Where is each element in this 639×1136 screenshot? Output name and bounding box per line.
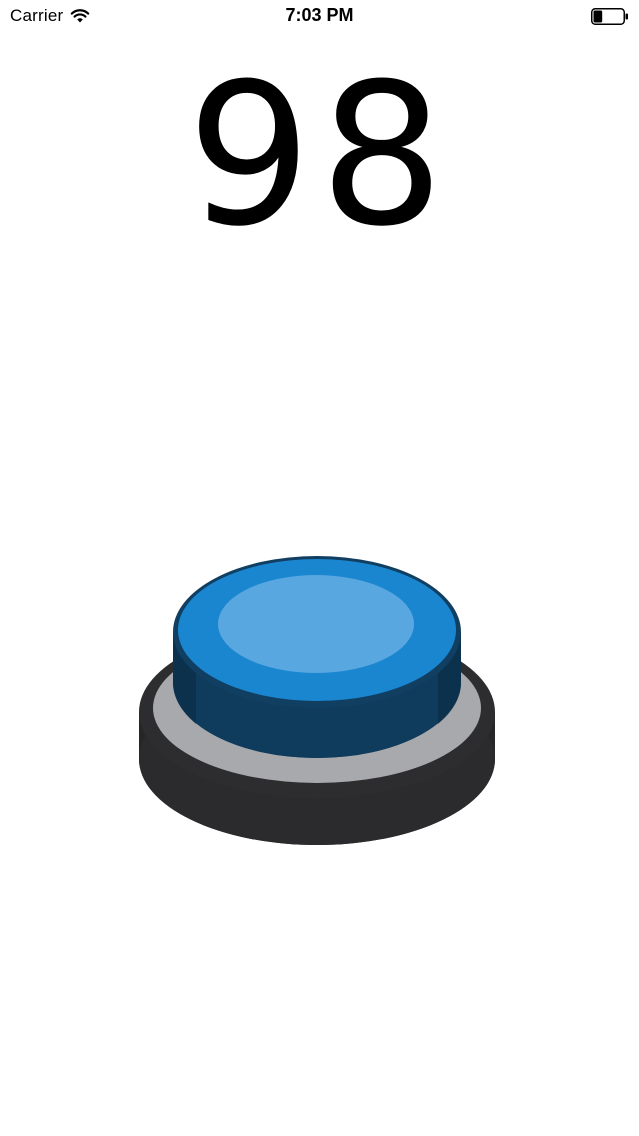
app-screen: Carrier 7:03 PM 98 xyxy=(0,0,639,1136)
push-button[interactable] xyxy=(136,552,498,852)
battery-icon xyxy=(591,8,629,25)
button-cap-highlight xyxy=(218,575,414,673)
status-bar: Carrier 7:03 PM xyxy=(0,0,639,34)
tap-counter: 98 xyxy=(186,42,453,270)
status-time: 7:03 PM xyxy=(285,5,354,25)
